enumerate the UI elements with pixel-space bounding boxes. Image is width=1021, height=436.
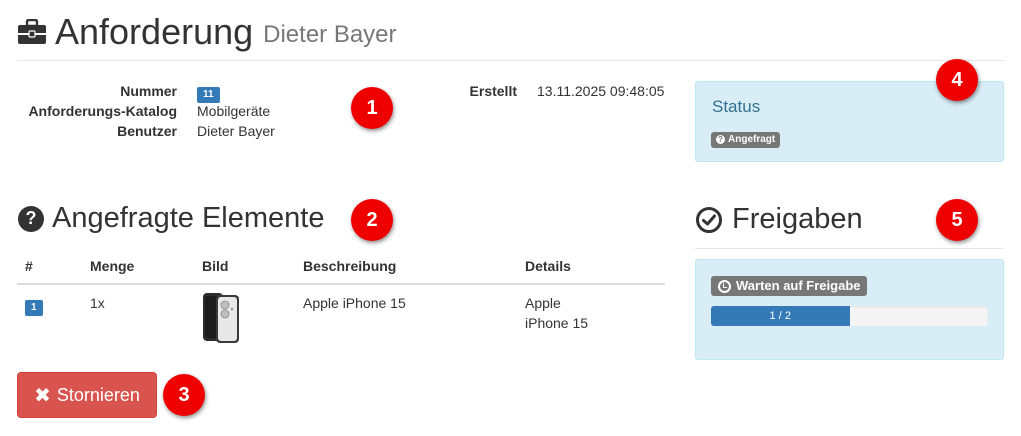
col-header-beschreibung: Beschreibung: [303, 258, 397, 274]
freigaben-heading: Freigaben: [696, 203, 863, 236]
approval-progress-text: 1 / 2: [769, 310, 791, 322]
row-menge: 1x: [90, 295, 105, 311]
question-circle-icon: ?: [18, 205, 44, 232]
status-badge-wrap: ? Angefragt: [711, 129, 781, 148]
col-header-bild: Bild: [202, 258, 229, 274]
callout-5: 5: [936, 199, 978, 241]
benutzer-label: Benutzer: [117, 123, 177, 139]
elements-heading: ? Angefragte Elemente: [18, 202, 324, 235]
times-icon: ✖: [34, 384, 51, 407]
col-header-menge: Menge: [90, 258, 135, 274]
cancel-button-label: Stornieren: [56, 384, 140, 405]
page-title: Anforderung Dieter Bayer: [17, 8, 397, 56]
nummer-badge: 11: [197, 87, 220, 103]
nummer-value: 11: [197, 84, 220, 103]
page-subtitle: Dieter Bayer: [263, 21, 397, 48]
erstellt-value: 13.11.2025 09:48:05: [537, 83, 665, 99]
callout-2: 2: [351, 199, 393, 241]
callout-3: 3: [163, 374, 205, 416]
phone-picture: [203, 293, 239, 343]
callout-4: 4: [936, 59, 978, 101]
freigaben-badge: Warten auf Freigabe: [711, 276, 868, 296]
row-index: 1: [25, 297, 43, 316]
header-divider: [17, 60, 1004, 61]
table-row: 1 1x Apple iPhone 15 Apple iPhone 15: [17, 285, 665, 350]
freigaben-badge-wrap: Warten auf Freigabe: [711, 276, 868, 298]
freigaben-panel: Warten auf Freigabe 1 / 2: [695, 259, 1004, 360]
elements-heading-text: Angefragte Elemente: [52, 202, 325, 234]
status-badge-label: Angefragt: [728, 133, 776, 145]
katalog-label: Anforderungs-Katalog: [28, 103, 177, 119]
row-beschreibung: Apple iPhone 15: [303, 295, 406, 311]
callout-1: 1: [351, 87, 393, 129]
katalog-value: Mobilgeräte: [197, 103, 271, 119]
elements-table: # Menge Bild Beschreibung Details 1 1x A…: [17, 250, 665, 350]
col-header-index: #: [25, 258, 33, 274]
nummer-label: Nummer: [120, 83, 177, 99]
status-badge: ? Angefragt: [711, 131, 781, 148]
row-details-line2: iPhone 15: [525, 315, 589, 331]
freigaben-divider: [695, 248, 1004, 249]
briefcase-icon: [18, 19, 46, 44]
row-details-line1: Apple: [525, 295, 561, 311]
check-circle-icon: [696, 206, 722, 233]
question-circle-icon: ?: [716, 135, 725, 144]
check-mark: [702, 214, 716, 225]
col-header-details: Details: [525, 258, 571, 274]
freigaben-badge-label: Warten auf Freigabe: [736, 278, 861, 293]
cancel-button[interactable]: ✖ Stornieren: [17, 372, 157, 418]
row-index-badge: 1: [25, 300, 43, 316]
approval-progress: 1 / 2: [711, 306, 988, 326]
status-title: Status: [712, 97, 761, 116]
freigaben-heading-text: Freigaben: [732, 203, 863, 235]
page-title-text: Anforderung: [55, 11, 254, 52]
clock-icon: [718, 279, 731, 293]
benutzer-value: Dieter Bayer: [197, 123, 275, 139]
approval-progress-bar: 1 / 2: [711, 306, 850, 326]
iphone-image: [202, 292, 240, 349]
